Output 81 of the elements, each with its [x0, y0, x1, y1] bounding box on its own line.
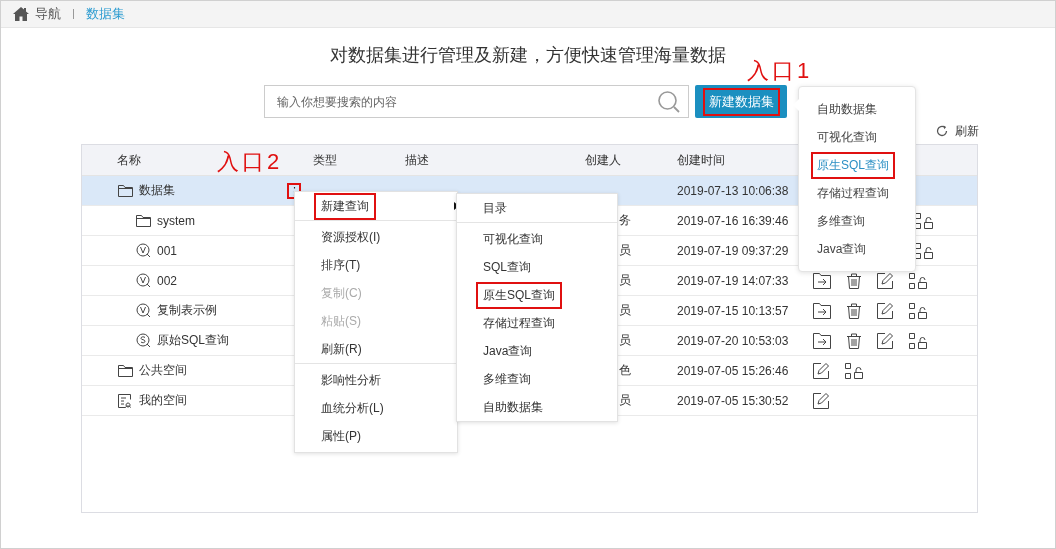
refresh-icon: [936, 125, 948, 137]
creator-text: 员: [619, 242, 631, 259]
home-icon: [13, 7, 29, 21]
edit-icon[interactable]: [813, 362, 829, 379]
menu-item[interactable]: 自助数据集: [799, 95, 915, 123]
column-header: 创建人: [585, 152, 621, 167]
folder-icon: [136, 214, 151, 227]
menu-item[interactable]: 排序(T): [295, 251, 457, 279]
view-icon: [136, 303, 151, 318]
menu-item[interactable]: 影响性分析: [295, 366, 457, 394]
creator-text: 员: [619, 302, 631, 319]
item-name: 公共空间: [139, 362, 187, 379]
creator-text: 员: [619, 272, 631, 289]
delete-icon[interactable]: [847, 332, 861, 349]
item-name: 复制表示例: [157, 302, 217, 319]
column-header: 描述: [405, 152, 429, 167]
permission-icon[interactable]: [915, 242, 933, 259]
move-icon[interactable]: [813, 272, 831, 289]
column-header: 类型: [313, 152, 337, 167]
column-header: 名称: [117, 152, 141, 167]
permission-icon[interactable]: [915, 212, 933, 229]
new-dataset-button[interactable]: 新建数据集: [695, 85, 787, 118]
menu-item[interactable]: 属性(P): [295, 422, 457, 450]
item-name: 原始SQL查询: [157, 332, 229, 349]
search-icon: [657, 90, 681, 114]
permission-icon[interactable]: [845, 362, 863, 379]
creator-text: 务: [619, 212, 631, 229]
created-time: 2019-07-19 09:37:29: [677, 243, 789, 258]
menu-item[interactable]: Java查询: [799, 235, 915, 263]
highlight-frame: 新建数据集: [702, 87, 780, 116]
item-name: 001: [157, 243, 178, 258]
menu-item[interactable]: SQL查询: [457, 253, 617, 281]
view-icon: [136, 243, 151, 258]
created-time: 2019-07-20 10:53:03: [677, 333, 789, 348]
creator-text: 色: [619, 362, 631, 379]
created-time: 2019-07-05 15:26:46: [677, 363, 789, 378]
created-time: 2019-07-13 10:06:38: [677, 183, 789, 198]
page-heading: 对数据集进行管理及新建，方便快速管理海量数据: [329, 44, 727, 67]
created-time: 2019-07-05 15:30:52: [677, 393, 789, 408]
personal-space-icon: [118, 393, 133, 408]
menu-item[interactable]: 可视化查询: [457, 225, 617, 253]
edit-icon[interactable]: [877, 332, 893, 349]
move-icon[interactable]: [813, 332, 831, 349]
menu-item[interactable]: 血统分析(L): [295, 394, 457, 422]
sql-icon: [136, 333, 151, 348]
delete-icon[interactable]: [847, 302, 861, 319]
refresh-button[interactable]: 刷新: [936, 122, 979, 140]
menu-item[interactable]: 可视化查询: [799, 123, 915, 151]
item-name: system: [157, 213, 195, 228]
item-name: 002: [157, 273, 178, 288]
column-header: 创建时间: [677, 152, 725, 167]
created-time: 2019-07-15 10:13:57: [677, 303, 789, 318]
permission-icon[interactable]: [909, 302, 927, 319]
folder-icon: [118, 364, 133, 377]
menu-item[interactable]: 存储过程查询: [799, 179, 915, 207]
menu-item[interactable]: 资源授权(I): [295, 223, 457, 251]
edit-icon[interactable]: [813, 392, 829, 409]
permission-icon[interactable]: [909, 272, 927, 289]
item-name: 数据集: [139, 182, 175, 199]
creator-text: 员: [619, 332, 631, 349]
permission-icon[interactable]: [909, 332, 927, 349]
view-icon: [136, 273, 151, 288]
item-name: 我的空间: [139, 392, 187, 409]
created-time: 2019-07-19 14:07:33: [677, 273, 789, 288]
created-time: 2019-07-16 16:39:46: [677, 213, 789, 228]
menu-item[interactable]: 多维查询: [799, 207, 915, 235]
menu-item[interactable]: 存储过程查询: [457, 309, 617, 337]
menu-item[interactable]: 多维查询: [457, 365, 617, 393]
menu-item[interactable]: 自助数据集: [457, 393, 617, 421]
menu-item[interactable]: 刷新(R): [295, 335, 457, 363]
folder-icon: [118, 184, 133, 197]
edit-icon[interactable]: [877, 272, 893, 289]
annotation-label: 入口2: [217, 148, 283, 176]
search-field[interactable]: 输入你想要搜索的内容: [264, 85, 689, 118]
annotation-label: 入口1: [747, 57, 813, 85]
menu-item[interactable]: Java查询: [457, 337, 617, 365]
edit-icon[interactable]: [877, 302, 893, 319]
creator-text: 员: [619, 392, 631, 409]
breadcrumb-link[interactable]: 导航: [13, 5, 61, 23]
move-icon[interactable]: [813, 302, 831, 319]
delete-icon[interactable]: [847, 272, 861, 289]
